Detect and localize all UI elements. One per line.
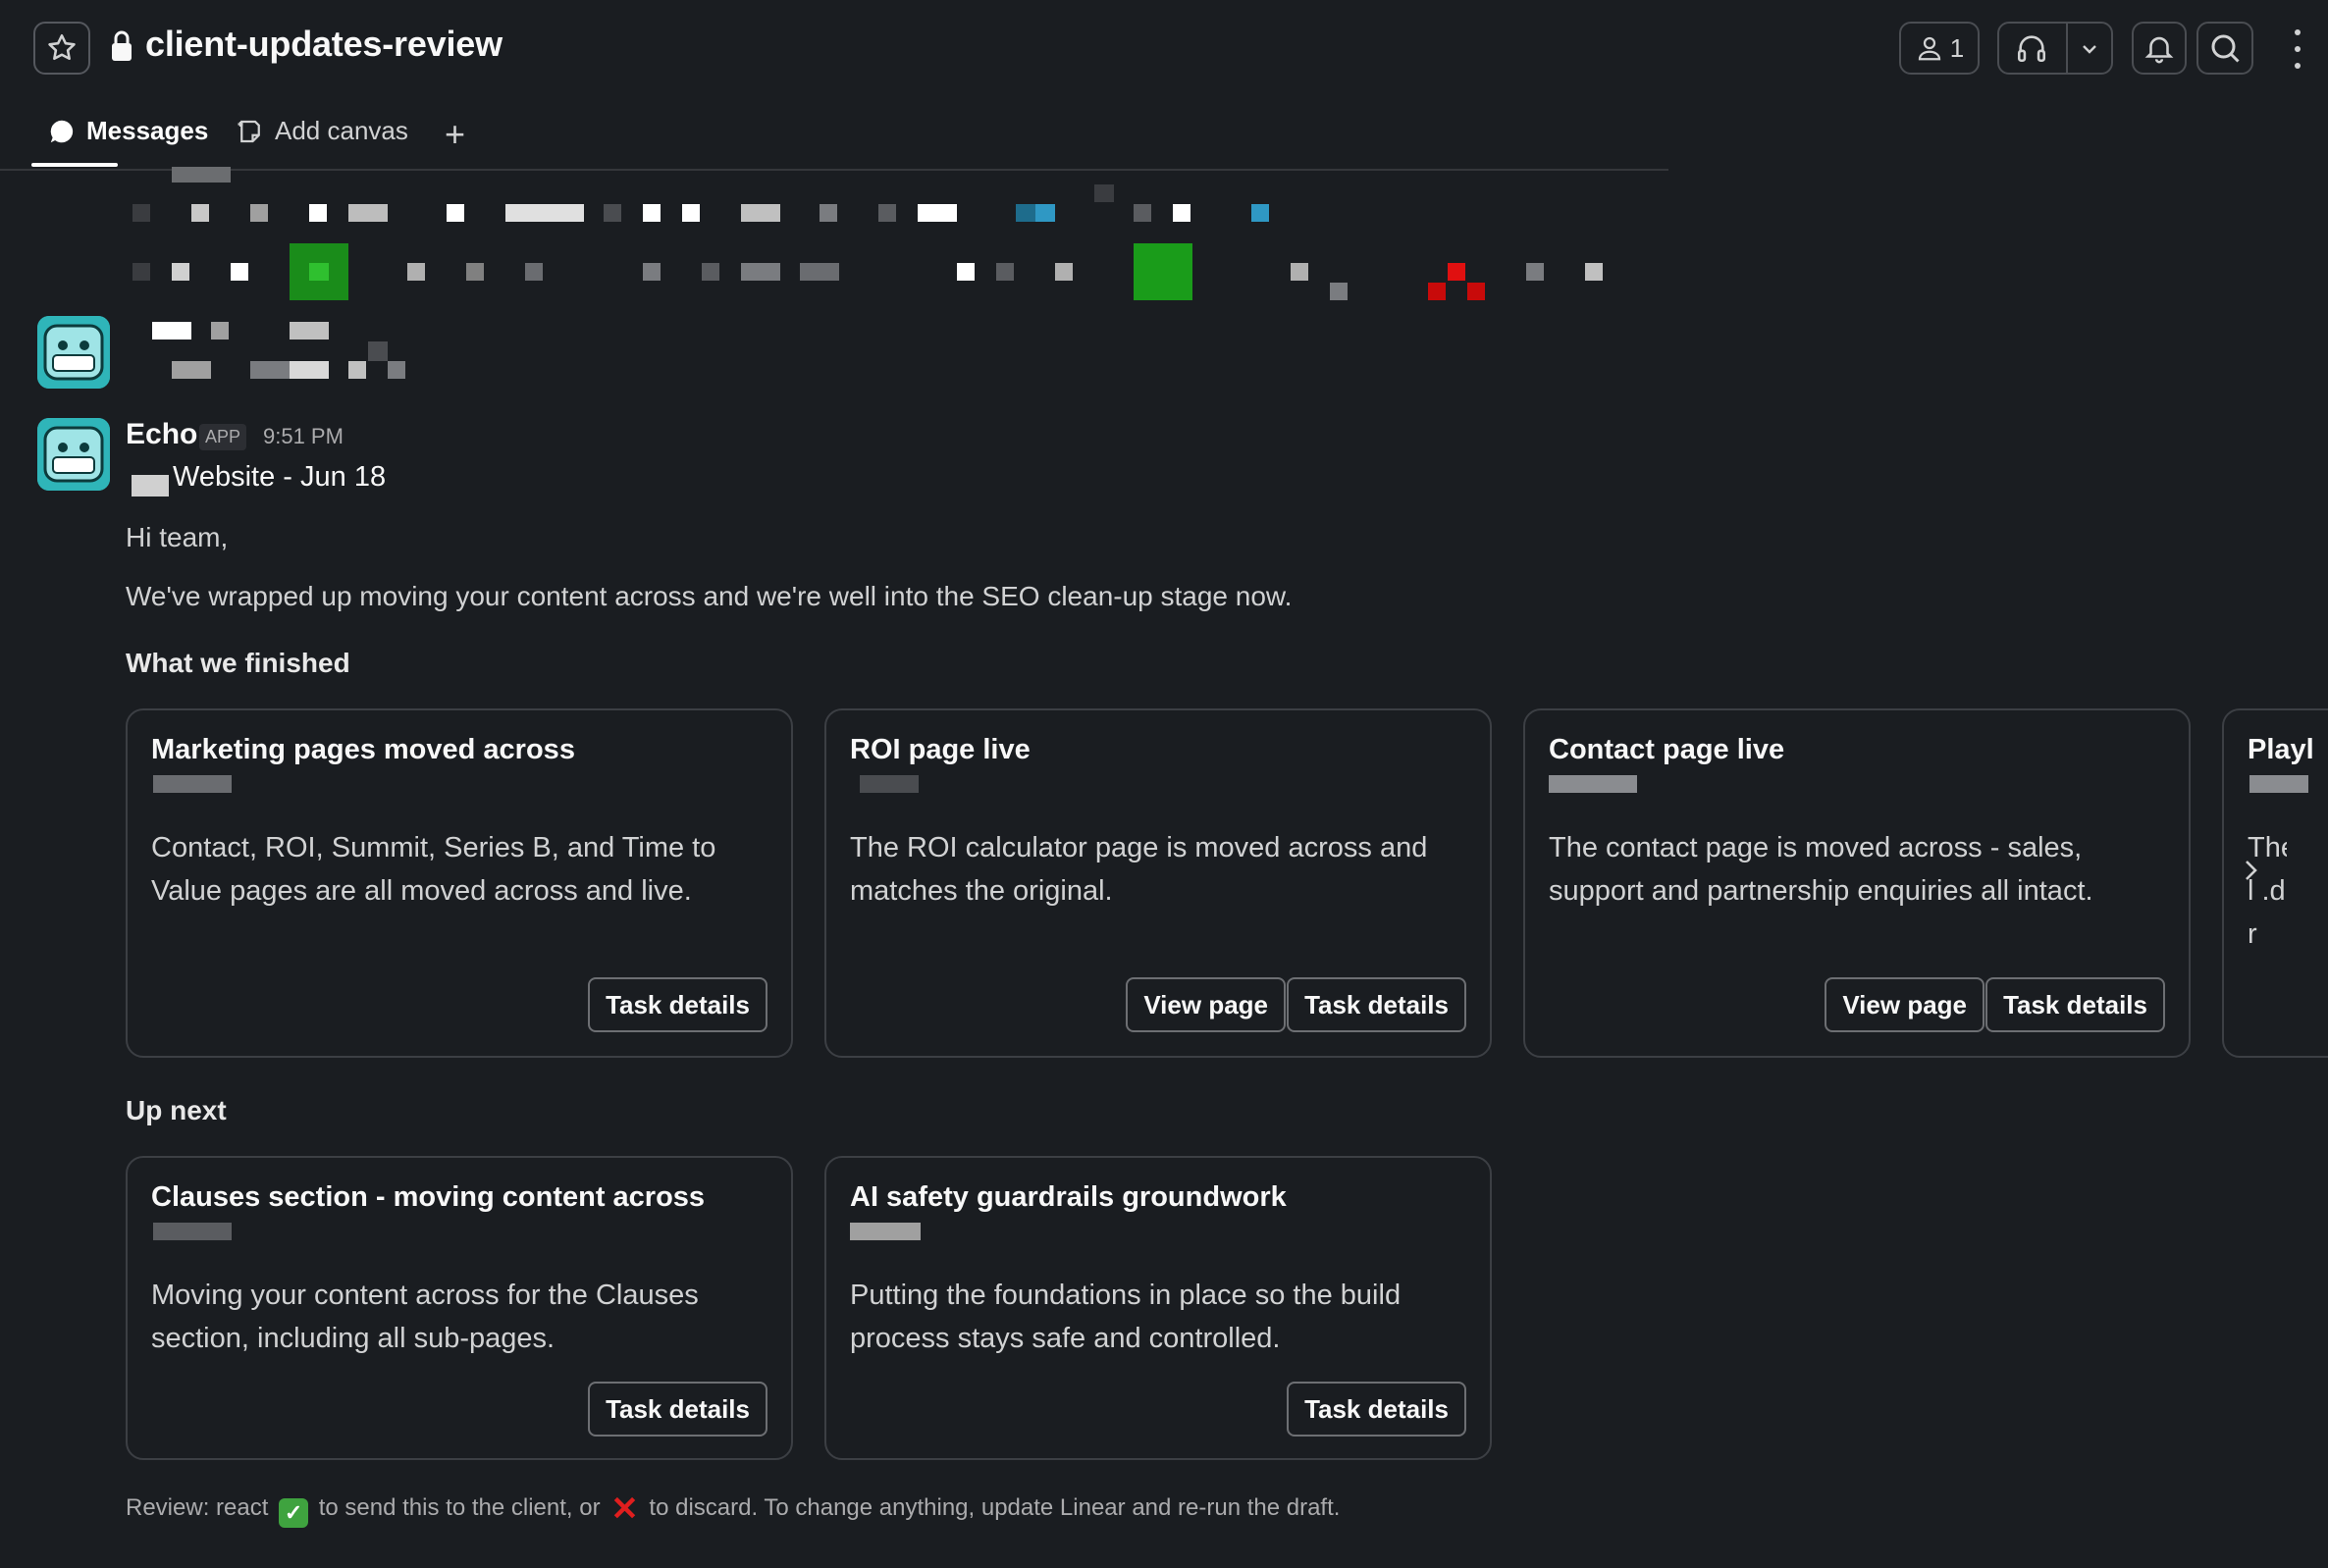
- sender-name[interactable]: Echo: [126, 418, 197, 451]
- task-card: AI safety guardrails groundwork Putting …: [824, 1156, 1492, 1460]
- huddle-button[interactable]: [1997, 22, 2113, 75]
- card-body: Contact, ROI, Summit, Series B, and Time…: [151, 832, 716, 907]
- card-title: Contact page live: [1549, 734, 1785, 765]
- redacted-message-content: [0, 167, 1668, 402]
- message-subtitle: Website - Jun 18: [173, 461, 387, 493]
- bell-icon: [2144, 36, 2174, 64]
- task-details-button[interactable]: Task details: [1287, 977, 1466, 1032]
- notifications-button[interactable]: [2132, 22, 2187, 75]
- card-title: AI safety guardrails groundwork: [850, 1181, 1287, 1213]
- canvas-icon: [238, 120, 260, 142]
- tab-messages[interactable]: Messages: [47, 116, 208, 146]
- greeting-text: Hi team,: [126, 522, 229, 552]
- member-count: 1: [1949, 32, 1965, 63]
- view-page-button[interactable]: View page: [1126, 977, 1286, 1032]
- star-channel-button[interactable]: [33, 22, 90, 75]
- app-badge: APP: [199, 424, 247, 450]
- view-page-button[interactable]: View page: [1825, 977, 1984, 1032]
- finished-heading: What we finished: [126, 648, 350, 678]
- redacted-emoji: [132, 475, 169, 497]
- redacted-assignee: [153, 1223, 232, 1240]
- x-mark-emoji-icon: ✕: [610, 1490, 639, 1528]
- members-button[interactable]: 1: [1899, 22, 1980, 75]
- chevron-right-icon[interactable]: [2240, 856, 2263, 894]
- redacted-assignee: [850, 1223, 921, 1240]
- lock-icon: [110, 29, 133, 68]
- star-icon: [48, 33, 76, 61]
- robot-avatar-icon: [37, 316, 110, 389]
- robot-avatar-icon: [37, 418, 110, 491]
- footer-text-3: to discard. To change anything, update L…: [649, 1494, 1341, 1521]
- footer-text-1: Review: react: [126, 1494, 269, 1521]
- search-icon: [2211, 34, 2240, 63]
- tab-add-canvas[interactable]: Add canvas: [236, 116, 408, 146]
- task-details-button[interactable]: Task details: [1287, 1382, 1466, 1437]
- tab-messages-label: Messages: [86, 116, 209, 145]
- card-body: The ROI calculator page is moved across …: [850, 832, 1428, 907]
- card-title: Clauses section - moving content across: [151, 1181, 706, 1213]
- card-body: Putting the foundations in place so the …: [850, 1280, 1402, 1354]
- redacted-assignee: [153, 775, 232, 793]
- headphones-icon: [2017, 35, 2046, 63]
- chevron-down-icon[interactable]: [2078, 37, 2101, 61]
- task-card-partial: Playl The l .d r: [2222, 708, 2328, 1058]
- card-body: The contact page is moved across - sales…: [1549, 832, 2093, 907]
- card-title: Playl: [2248, 734, 2314, 765]
- person-icon: [1918, 36, 1940, 61]
- add-tab-button[interactable]: +: [445, 114, 465, 155]
- task-card: Clauses section - moving content across …: [126, 1156, 793, 1460]
- avatar[interactable]: [37, 316, 110, 389]
- tab-add-canvas-label: Add canvas: [275, 116, 408, 145]
- chat-bubble-icon: [50, 120, 74, 142]
- task-details-button[interactable]: Task details: [588, 1382, 767, 1437]
- more-vertical-icon[interactable]: [2283, 29, 2312, 69]
- card-title: Marketing pages moved across: [151, 734, 575, 765]
- task-details-button[interactable]: Task details: [1985, 977, 2165, 1032]
- redacted-assignee: [2249, 775, 2308, 793]
- search-button[interactable]: [2196, 22, 2253, 75]
- intro-text: We've wrapped up moving your content acr…: [126, 581, 1293, 611]
- check-mark-emoji-icon: ✓: [279, 1498, 309, 1528]
- avatar[interactable]: [37, 418, 110, 491]
- card-body: Moving your content across for the Claus…: [151, 1280, 699, 1354]
- upnext-heading: Up next: [126, 1095, 227, 1125]
- huddle-divider: [2066, 24, 2068, 73]
- footer-text-2: to send this to the client, or: [318, 1494, 601, 1521]
- task-card: ROI page live The ROI calculator page is…: [824, 708, 1492, 1058]
- task-card: Marketing pages moved across Contact, RO…: [126, 708, 793, 1058]
- task-card: Contact page live The contact page is mo…: [1523, 708, 2191, 1058]
- task-details-button[interactable]: Task details: [588, 977, 767, 1032]
- redacted-assignee: [1549, 775, 1637, 793]
- message-timestamp[interactable]: 9:51 PM: [263, 424, 344, 449]
- review-instructions: Review: react ✓ to send this to the clie…: [126, 1490, 1340, 1529]
- redacted-assignee: [860, 775, 919, 793]
- channel-name[interactable]: client-updates-review: [145, 24, 503, 65]
- card-title: ROI page live: [850, 734, 1031, 765]
